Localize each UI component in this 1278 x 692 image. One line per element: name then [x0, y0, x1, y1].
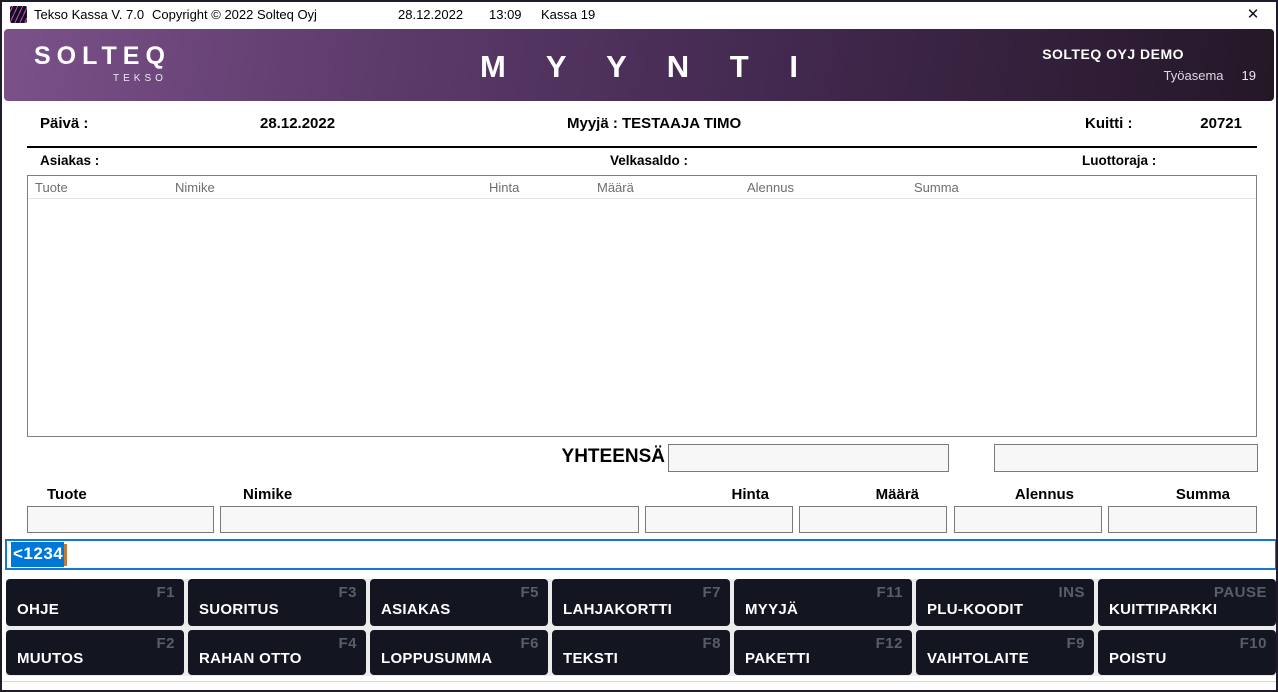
- entry-price-input[interactable]: [645, 506, 793, 533]
- button-key: F9: [1066, 635, 1085, 652]
- copyright-text: Copyright © 2022 Solteq Oyj: [152, 7, 317, 22]
- divider-line: [27, 146, 1257, 148]
- workstation-number: 19: [1242, 68, 1256, 83]
- app-window: Tekso Kassa V. 7.0 Copyright © 2022 Solt…: [0, 0, 1278, 692]
- command-selected-text: <1234: [11, 542, 64, 567]
- vaihtolaite-button[interactable]: VAIHTOLAITE F9: [916, 630, 1094, 675]
- function-button-grid: OHJE F1 SUORITUS F3 ASIAKAS F5 LAHJAKORT…: [6, 579, 1276, 676]
- workstation-info: Työasema 19: [1042, 68, 1256, 83]
- asiakas-button[interactable]: ASIAKAS F5: [370, 579, 548, 626]
- button-key: F10: [1240, 635, 1267, 652]
- entry-sum-label: Summa: [1108, 486, 1230, 503]
- paketti-button[interactable]: PAKETTI F12: [734, 630, 912, 675]
- button-label: ASIAKAS: [381, 601, 451, 618]
- total-label: YHTEENSÄ: [442, 446, 665, 468]
- lahjakortti-button[interactable]: LAHJAKORTTI F7: [552, 579, 730, 626]
- button-key: F3: [338, 584, 357, 601]
- text-cursor: [64, 544, 67, 566]
- rahan-otto-button[interactable]: RAHAN OTTO F4: [188, 630, 366, 675]
- button-label: MYYJÄ: [745, 601, 798, 618]
- button-label: TEKSTI: [563, 650, 618, 667]
- customer-label: Asiakas :: [40, 153, 99, 168]
- button-label: VAIHTOLAITE: [927, 650, 1029, 667]
- solteq-app-icon: [10, 6, 27, 23]
- button-key: F12: [876, 635, 903, 652]
- button-key: F2: [156, 635, 175, 652]
- col-quantity: Määrä: [597, 180, 634, 195]
- title-bar: Tekso Kassa V. 7.0 Copyright © 2022 Solt…: [2, 2, 1276, 28]
- button-key: PAUSE: [1214, 584, 1267, 601]
- workstation-label: Työasema: [1164, 68, 1224, 83]
- entry-name-label: Nimike: [243, 486, 292, 503]
- titlebar-register: Kassa 19: [541, 7, 595, 22]
- button-key: F4: [338, 635, 357, 652]
- entry-discount-input[interactable]: [954, 506, 1102, 533]
- entry-sum-input[interactable]: [1108, 506, 1257, 533]
- page-header: SOLTEQ TEKSO M Y Y N T I SOLTEQ OYJ DEMO…: [4, 29, 1274, 101]
- col-sum: Summa: [914, 180, 959, 195]
- entry-name-input[interactable]: [220, 506, 639, 533]
- button-label: SUORITUS: [199, 601, 279, 618]
- button-label: MUUTOS: [17, 650, 84, 667]
- table-header-row: Tuote Nimike Hinta Määrä Alennus Summa: [28, 176, 1256, 199]
- button-key: F8: [702, 635, 721, 652]
- myyja-button[interactable]: MYYJÄ F11: [734, 579, 912, 626]
- total-secondary-field: [994, 444, 1258, 472]
- button-key: F6: [520, 635, 539, 652]
- header-right: SOLTEQ OYJ DEMO Työasema 19: [1042, 46, 1256, 83]
- col-name: Nimike: [175, 180, 215, 195]
- date-value: 28.12.2022: [260, 115, 335, 132]
- button-label: KUITTIPARKKI: [1109, 601, 1217, 618]
- status-strip: [2, 681, 1276, 692]
- muutos-button[interactable]: MUUTOS F2: [6, 630, 184, 675]
- receipt-number: 20721: [1152, 115, 1242, 132]
- close-icon[interactable]: ✕: [1242, 5, 1264, 25]
- receipt-label: Kuitti :: [1085, 115, 1132, 132]
- ohje-button[interactable]: OHJE F1: [6, 579, 184, 626]
- teksti-button[interactable]: TEKSTI F8: [552, 630, 730, 675]
- debt-balance-label: Velkasaldo :: [610, 153, 688, 168]
- button-label: PAKETTI: [745, 650, 810, 667]
- button-key: F7: [702, 584, 721, 601]
- seller-label: Myyjä : TESTAAJA TIMO: [567, 115, 741, 132]
- col-discount: Alennus: [747, 180, 794, 195]
- button-key: INS: [1058, 584, 1085, 601]
- button-key: F11: [876, 584, 903, 601]
- titlebar-date: 28.12.2022: [398, 7, 463, 22]
- button-key: F5: [520, 584, 539, 601]
- suoritus-button[interactable]: SUORITUS F3: [188, 579, 366, 626]
- entry-product-input[interactable]: [27, 506, 214, 533]
- col-product: Tuote: [35, 180, 68, 195]
- entry-product-label: Tuote: [47, 486, 87, 503]
- loppusumma-button[interactable]: LOPPUSUMMA F6: [370, 630, 548, 675]
- sale-lines-table: Tuote Nimike Hinta Määrä Alennus Summa: [27, 175, 1257, 437]
- entry-quantity-label: Määrä: [799, 486, 919, 503]
- button-key: F1: [156, 584, 175, 601]
- company-name: SOLTEQ OYJ DEMO: [1042, 46, 1256, 62]
- credit-limit-label: Luottoraja :: [1082, 153, 1156, 168]
- button-label: RAHAN OTTO: [199, 650, 302, 667]
- plu-koodit-button[interactable]: PLU-KOODIT INS: [916, 579, 1094, 626]
- button-label: LOPPUSUMMA: [381, 650, 492, 667]
- date-label: Päivä :: [40, 115, 88, 132]
- window-title: Tekso Kassa V. 7.0: [34, 7, 144, 22]
- poistu-button[interactable]: POISTU F10: [1098, 630, 1276, 675]
- col-price: Hinta: [489, 180, 519, 195]
- button-label: LAHJAKORTTI: [563, 601, 672, 618]
- total-amount-field: [668, 444, 949, 472]
- entry-discount-label: Alennus: [954, 486, 1074, 503]
- command-input[interactable]: <1234: [5, 539, 1277, 570]
- button-label: OHJE: [17, 601, 59, 618]
- entry-quantity-input[interactable]: [799, 506, 947, 533]
- button-label: PLU-KOODIT: [927, 601, 1023, 618]
- entry-price-label: Hinta: [645, 486, 769, 503]
- kuittiparkki-button[interactable]: KUITTIPARKKI PAUSE: [1098, 579, 1276, 626]
- button-label: POISTU: [1109, 650, 1167, 667]
- titlebar-time: 13:09: [489, 7, 522, 22]
